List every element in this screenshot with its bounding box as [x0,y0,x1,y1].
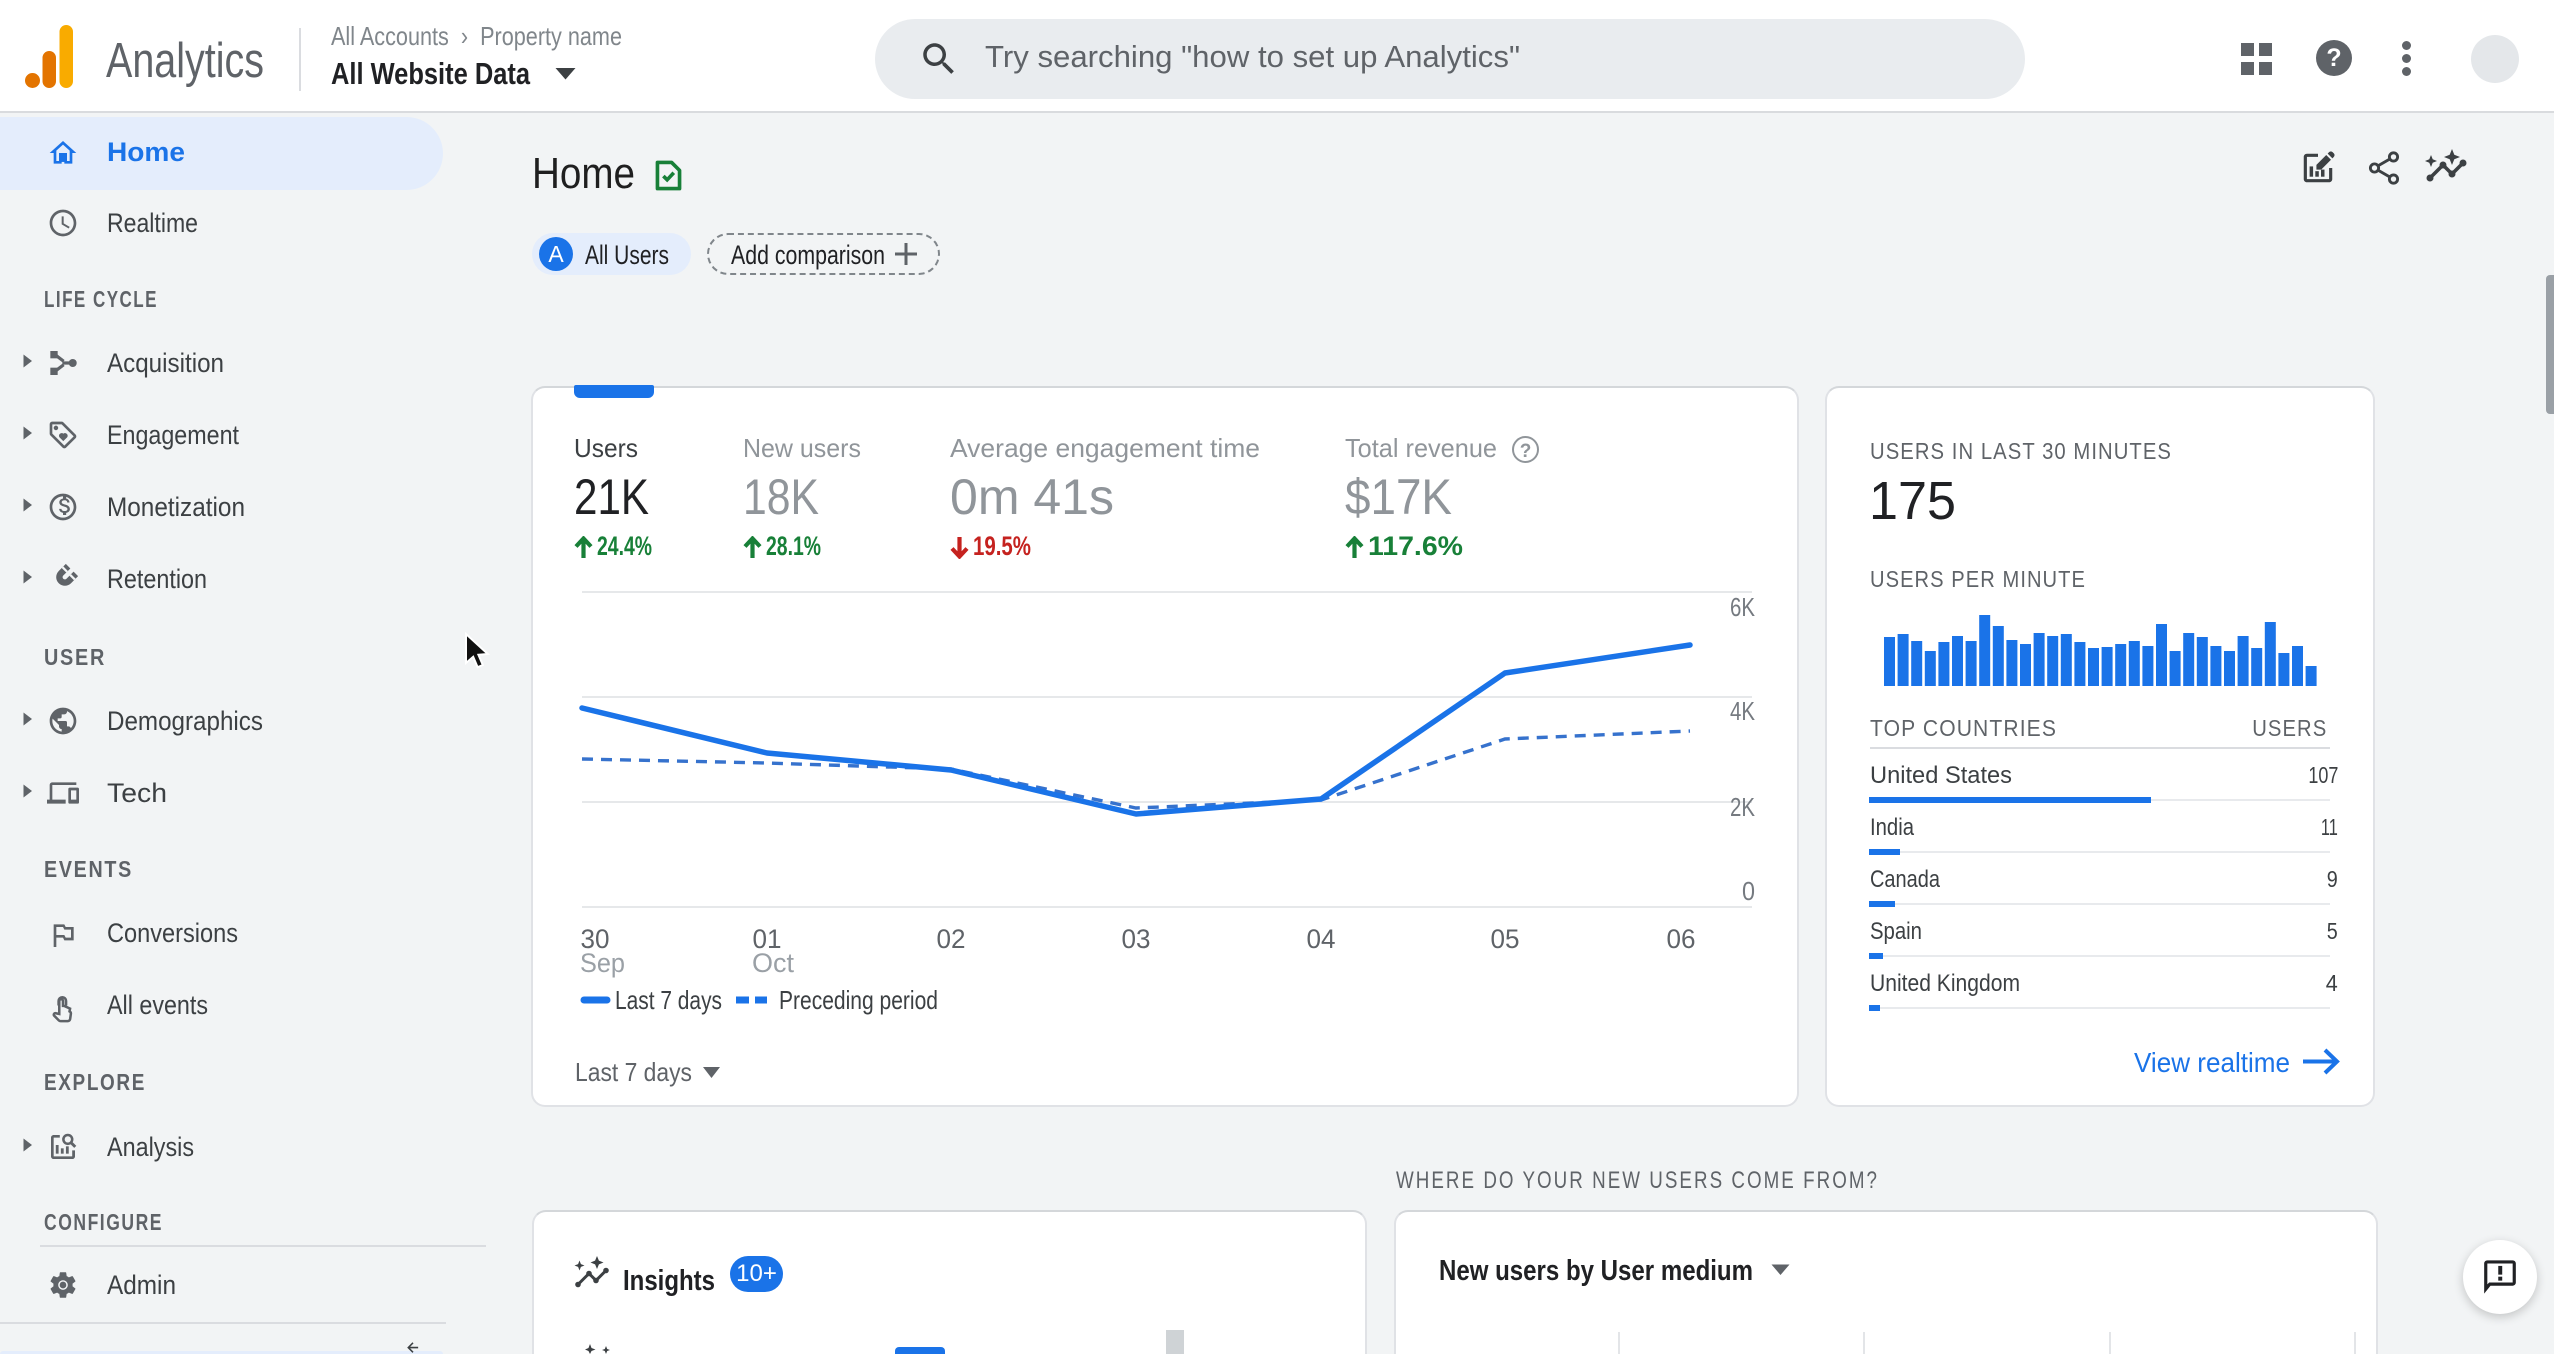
svg-text:04: 04 [1307,924,1336,954]
svg-text:03: 03 [1122,924,1151,954]
svg-text:Oct: Oct [752,948,794,978]
svg-text:05: 05 [1491,924,1520,954]
svg-text:4K: 4K [1730,696,1756,726]
svg-text:Last 7 days: Last 7 days [615,985,722,1015]
svg-text:Preceding period: Preceding period [779,985,938,1015]
svg-text:06: 06 [1667,924,1696,954]
svg-text:Last 7 days: Last 7 days [575,1057,692,1087]
svg-text:6K: 6K [1730,592,1756,622]
svg-text:2K: 2K [1730,792,1756,822]
svg-text:02: 02 [937,924,966,954]
svg-text:0: 0 [1742,876,1755,906]
svg-text:Sep: Sep [580,948,625,978]
